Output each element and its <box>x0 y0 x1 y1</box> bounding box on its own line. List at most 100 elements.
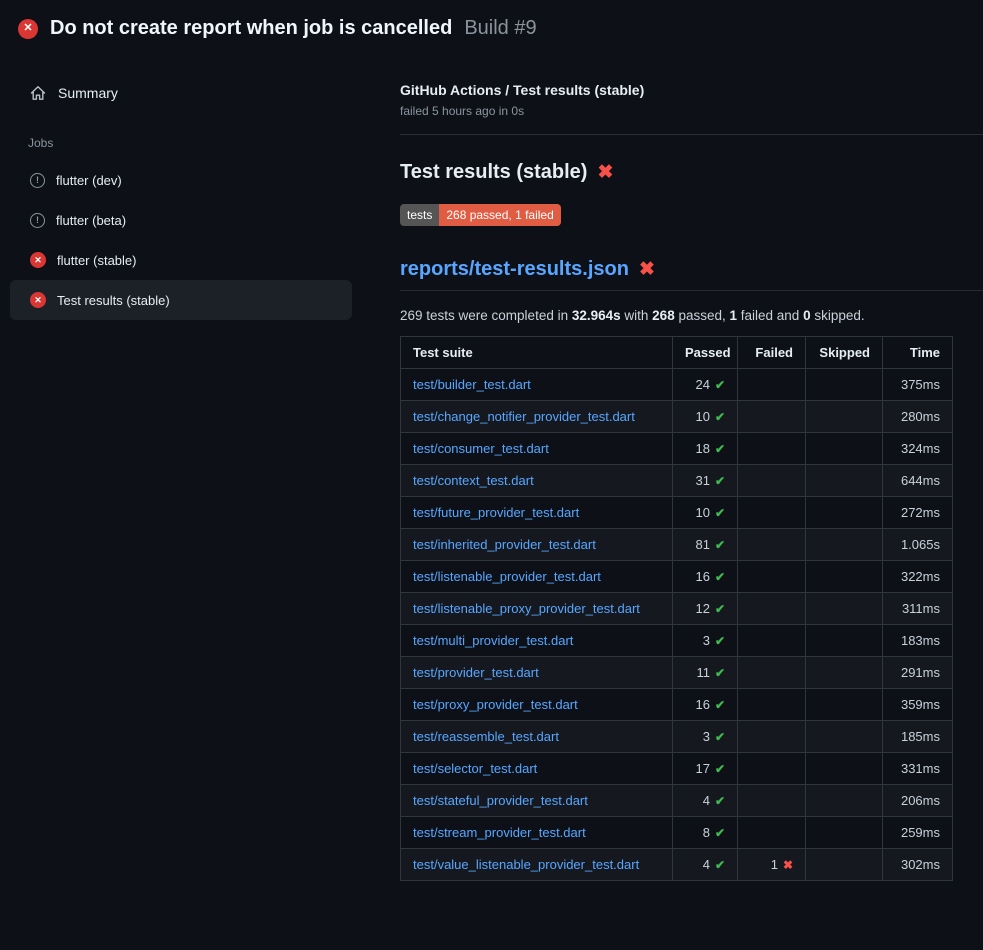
passed-cell: 24✔ <box>673 369 738 401</box>
failed-status-icon: ✕ <box>30 252 46 268</box>
check-icon: ✔ <box>715 858 725 872</box>
time-cell: 291ms <box>883 657 953 689</box>
sidebar-item-summary[interactable]: Summary <box>10 76 352 110</box>
table-row: test/stateful_provider_test.dart 4✔ 206m… <box>401 785 953 817</box>
table-row: test/multi_provider_test.dart 3✔ 183ms <box>401 625 953 657</box>
skipped-cell <box>806 625 883 657</box>
suite-link[interactable]: test/multi_provider_test.dart <box>413 633 573 648</box>
time-cell: 272ms <box>883 497 953 529</box>
passed-cell: 4✔ <box>673 849 738 881</box>
suite-link[interactable]: test/stateful_provider_test.dart <box>413 793 588 808</box>
skipped-cell <box>806 785 883 817</box>
table-row: test/provider_test.dart 11✔ 291ms <box>401 657 953 689</box>
col-passed: Passed <box>673 337 738 369</box>
check-icon: ✔ <box>715 826 725 840</box>
passed-cell: 10✔ <box>673 401 738 433</box>
suite-link[interactable]: test/listenable_provider_test.dart <box>413 569 601 584</box>
passed-cell: 12✔ <box>673 593 738 625</box>
summary-failed-count: 1 <box>730 308 738 323</box>
passed-cell: 3✔ <box>673 721 738 753</box>
suite-link[interactable]: test/stream_provider_test.dart <box>413 825 586 840</box>
skipped-cell <box>806 721 883 753</box>
table-header-row: Test suite Passed Failed Skipped Time <box>401 337 953 369</box>
col-skipped: Skipped <box>806 337 883 369</box>
tests-badge: tests 268 passed, 1 failed <box>400 204 561 226</box>
time-cell: 359ms <box>883 689 953 721</box>
suite-link[interactable]: test/inherited_provider_test.dart <box>413 537 596 552</box>
section-heading: Test results (stable) ✖ <box>400 161 952 184</box>
failed-cell <box>738 561 806 593</box>
suite-link[interactable]: test/change_notifier_provider_test.dart <box>413 409 635 424</box>
run-status-text: failed 5 hours ago in 0s <box>400 104 952 118</box>
table-row: test/change_notifier_provider_test.dart … <box>401 401 953 433</box>
skipped-cell <box>806 561 883 593</box>
results-summary-text: 269 tests were completed in 32.964s with… <box>400 308 952 323</box>
check-icon: ✔ <box>715 538 725 552</box>
check-icon: ✔ <box>715 698 725 712</box>
report-heading: reports/test-results.json ✖ <box>400 258 983 291</box>
section-failed-x-icon: ✖ <box>597 163 613 182</box>
summary-skipped-count: 0 <box>803 308 811 323</box>
sidebar-job-item[interactable]: ✕ flutter (stable) <box>10 240 352 280</box>
suite-link[interactable]: test/context_test.dart <box>413 473 534 488</box>
check-icon: ✔ <box>715 794 725 808</box>
table-row: test/context_test.dart 31✔ 644ms <box>401 465 953 497</box>
suite-link[interactable]: test/consumer_test.dart <box>413 441 549 456</box>
job-label: flutter (dev) <box>56 173 122 188</box>
passed-cell: 81✔ <box>673 529 738 561</box>
table-row: test/future_provider_test.dart 10✔ 272ms <box>401 497 953 529</box>
skipped-cell <box>806 401 883 433</box>
col-test-suite: Test suite <box>401 337 673 369</box>
summary-part: 269 tests were completed in <box>400 308 572 323</box>
time-cell: 375ms <box>883 369 953 401</box>
check-icon: ✔ <box>715 506 725 520</box>
suite-link[interactable]: test/provider_test.dart <box>413 665 539 680</box>
time-cell: 302ms <box>883 849 953 881</box>
passed-cell: 10✔ <box>673 497 738 529</box>
neutral-status-icon: ! <box>30 173 45 188</box>
suite-link[interactable]: test/value_listenable_provider_test.dart <box>413 857 639 872</box>
sidebar-jobs: ! flutter (dev) ! flutter (beta) ✕ flutt… <box>0 160 400 320</box>
time-cell: 259ms <box>883 817 953 849</box>
failed-cell <box>738 785 806 817</box>
time-cell: 1.065s <box>883 529 953 561</box>
sidebar-job-item[interactable]: ! flutter (beta) <box>10 200 352 240</box>
suite-link[interactable]: test/future_provider_test.dart <box>413 505 579 520</box>
time-cell: 280ms <box>883 401 953 433</box>
suite-link[interactable]: test/proxy_provider_test.dart <box>413 697 578 712</box>
failed-cell <box>738 753 806 785</box>
breadcrumb[interactable]: GitHub Actions / Test results (stable) <box>400 82 952 98</box>
time-cell: 644ms <box>883 465 953 497</box>
failed-cell <box>738 433 806 465</box>
report-failed-x-icon: ✖ <box>639 260 655 279</box>
summary-part: skipped. <box>811 308 865 323</box>
failed-cell <box>738 625 806 657</box>
failed-cell <box>738 657 806 689</box>
passed-cell: 31✔ <box>673 465 738 497</box>
passed-cell: 8✔ <box>673 817 738 849</box>
cross-icon: ✖ <box>783 858 793 872</box>
neutral-status-icon: ! <box>30 213 45 228</box>
table-row: test/reassemble_test.dart 3✔ 185ms <box>401 721 953 753</box>
failed-status-icon: ✕ <box>30 292 46 308</box>
suite-link[interactable]: test/builder_test.dart <box>413 377 531 392</box>
skipped-cell <box>806 497 883 529</box>
report-file-link[interactable]: reports/test-results.json <box>400 258 629 281</box>
failed-cell <box>738 369 806 401</box>
time-cell: 331ms <box>883 753 953 785</box>
badge-label: tests <box>400 204 439 226</box>
suite-link[interactable]: test/selector_test.dart <box>413 761 537 776</box>
failed-cell <box>738 689 806 721</box>
check-icon: ✔ <box>715 442 725 456</box>
suite-link[interactable]: test/listenable_proxy_provider_test.dart <box>413 601 640 616</box>
skipped-cell <box>806 433 883 465</box>
check-icon: ✔ <box>715 762 725 776</box>
sidebar-job-item[interactable]: ! flutter (dev) <box>10 160 352 200</box>
sidebar-job-item[interactable]: ✕ Test results (stable) <box>10 280 352 320</box>
check-icon: ✔ <box>715 602 725 616</box>
job-label: flutter (beta) <box>56 213 126 228</box>
suite-link[interactable]: test/reassemble_test.dart <box>413 729 559 744</box>
skipped-cell <box>806 753 883 785</box>
header-divider <box>400 134 983 135</box>
page-title: Do not create report when job is cancell… <box>50 17 452 40</box>
